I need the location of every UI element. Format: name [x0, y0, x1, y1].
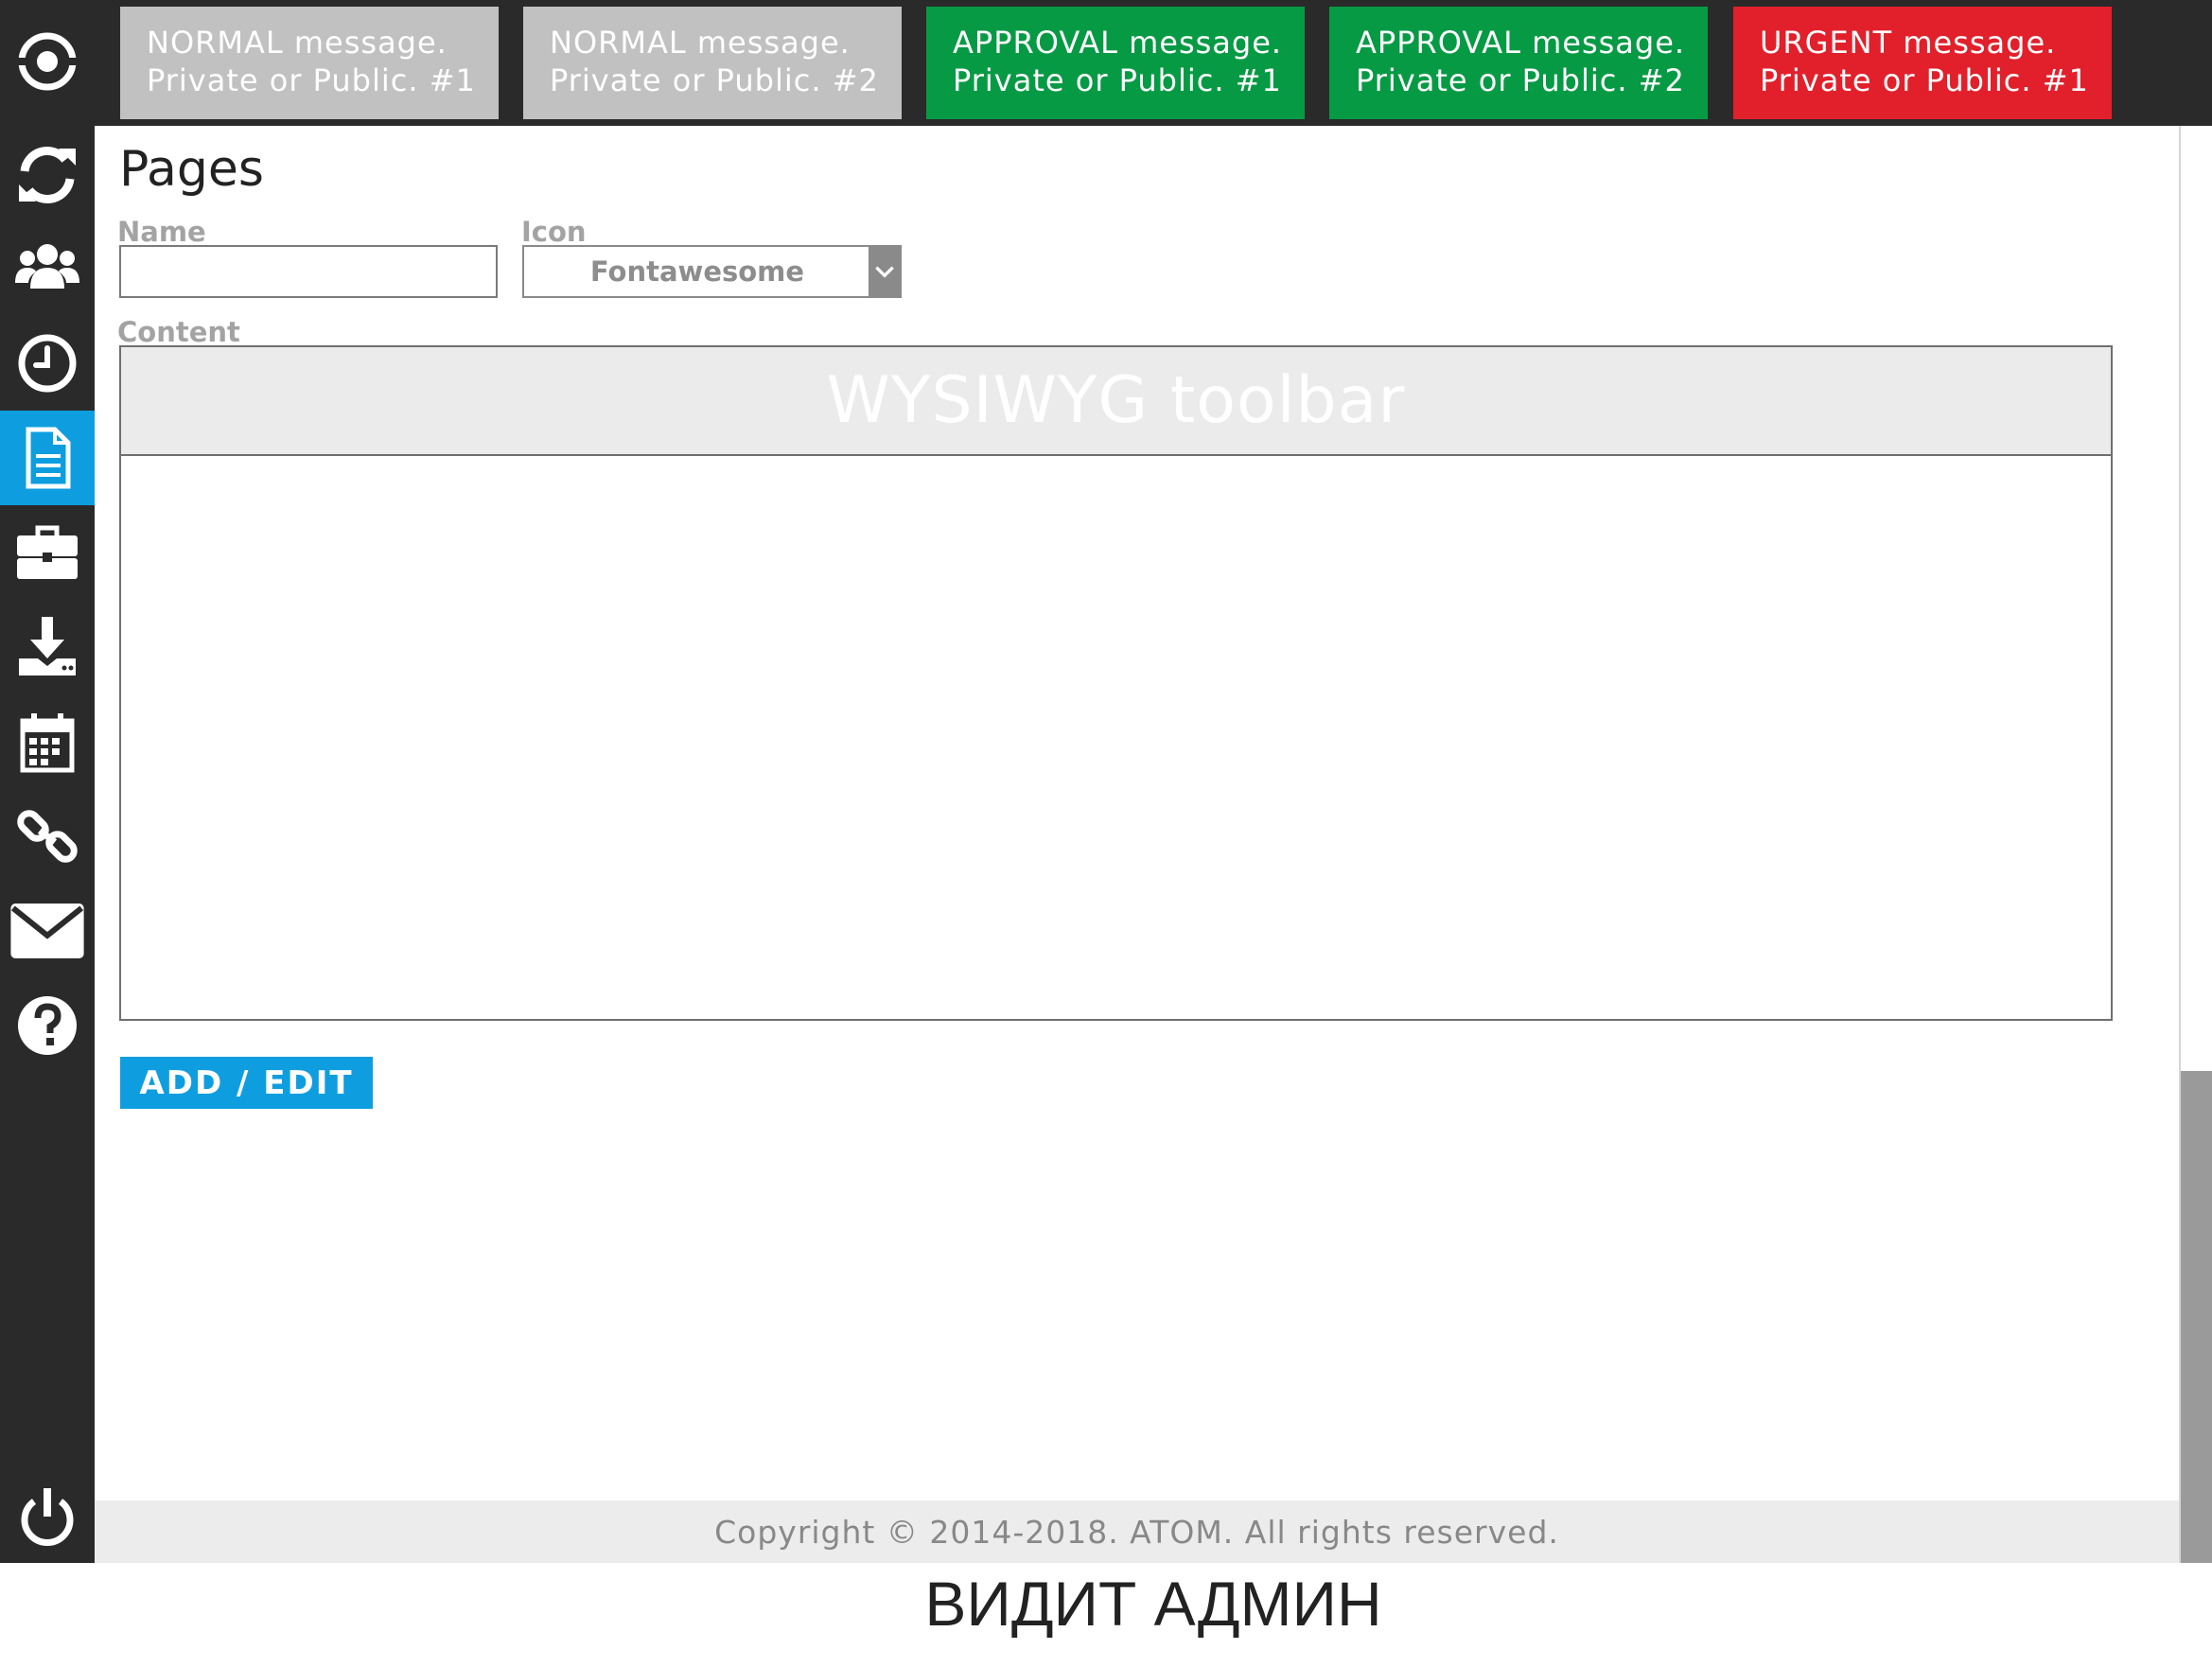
- chevron-down-icon[interactable]: [869, 247, 900, 296]
- message-line2: Private or Public. #2: [1356, 62, 1685, 98]
- briefcase-icon[interactable]: [0, 505, 95, 600]
- logo-icon[interactable]: [0, 14, 95, 109]
- refresh-icon[interactable]: [0, 128, 95, 222]
- sidebar: [0, 0, 95, 1563]
- document-icon[interactable]: [0, 411, 95, 505]
- mail-icon[interactable]: [0, 884, 95, 978]
- download-icon[interactable]: [0, 600, 95, 694]
- link-icon[interactable]: [0, 789, 95, 884]
- message-line1: NORMAL message.: [550, 25, 851, 61]
- wysiwyg-toolbar[interactable]: WYSIWYG toolbar: [121, 347, 2111, 456]
- content-label: Content: [117, 316, 240, 348]
- users-icon[interactable]: [0, 220, 95, 315]
- message-approval-2[interactable]: APPROVAL message. Private or Public. #2: [1329, 7, 1708, 119]
- message-line2: Private or Public. #1: [1760, 62, 2089, 98]
- content-editor: WYSIWYG toolbar: [119, 345, 2113, 1021]
- message-line2: Private or Public. #2: [550, 62, 879, 98]
- caption-text: ВИДИТ АДМИН: [924, 1569, 1382, 1639]
- name-field[interactable]: [119, 245, 498, 298]
- clock-icon[interactable]: [0, 316, 95, 411]
- message-line1: NORMAL message.: [147, 25, 448, 61]
- message-line2: Private or Public. #1: [147, 62, 476, 98]
- power-icon[interactable]: [0, 1471, 95, 1566]
- message-line1: APPROVAL message.: [953, 25, 1283, 61]
- icon-select[interactable]: Fontawesome: [522, 245, 902, 298]
- calendar-icon[interactable]: [0, 694, 95, 789]
- message-normal-1[interactable]: NORMAL message. Private or Public. #1: [120, 7, 499, 119]
- scrollbar-thumb[interactable]: [2181, 1071, 2212, 1563]
- message-line1: URGENT message.: [1760, 25, 2057, 61]
- page-title: Pages: [119, 141, 264, 198]
- message-bar: NORMAL message. Private or Public. #1 NO…: [95, 0, 2212, 126]
- message-line1: APPROVAL message.: [1356, 25, 1686, 61]
- name-label: Name: [117, 216, 206, 248]
- footer-copyright: Copyright © 2014-2018. ATOM. All rights …: [95, 1500, 2179, 1563]
- message-approval-1[interactable]: APPROVAL message. Private or Public. #1: [926, 7, 1305, 119]
- message-line2: Private or Public. #1: [953, 62, 1282, 98]
- icon-label: Icon: [521, 216, 587, 248]
- message-urgent-1[interactable]: URGENT message. Private or Public. #1: [1733, 7, 2112, 119]
- icon-select-value: Fontawesome: [589, 255, 805, 288]
- message-normal-2[interactable]: NORMAL message. Private or Public. #2: [523, 7, 902, 119]
- content-textarea[interactable]: [121, 456, 2111, 1019]
- help-icon[interactable]: [0, 978, 95, 1073]
- add-edit-button[interactable]: ADD / EDIT: [120, 1057, 373, 1109]
